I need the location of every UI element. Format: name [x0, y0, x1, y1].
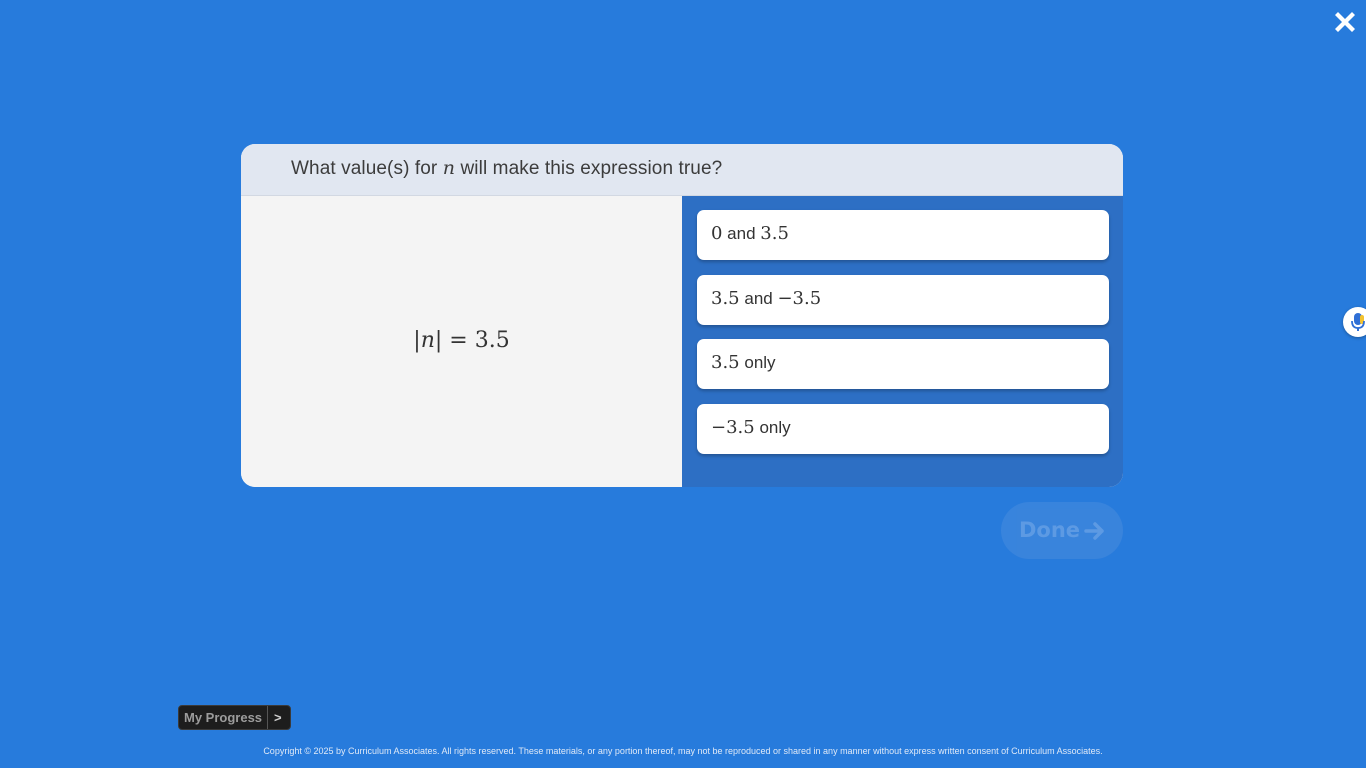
choice-suffix: only: [739, 353, 776, 372]
prompt-variable: n: [442, 157, 456, 179]
choice-connector: and: [739, 289, 778, 308]
choice-math-a: −3.5: [711, 417, 755, 438]
copyright-notice: Copyright © 2025 by Curriculum Associate…: [263, 746, 1103, 756]
answer-choice[interactable]: 0 and 3.5: [697, 210, 1109, 260]
choice-connector: and: [722, 224, 761, 243]
progress-divider: [267, 706, 268, 729]
math-expression: |n| = 3.5: [241, 327, 682, 353]
arrow-right-icon: [1084, 522, 1104, 540]
expression-value: 3.5: [474, 328, 510, 353]
answer-choice[interactable]: −3.5 only: [697, 404, 1109, 454]
done-label: Done: [1019, 518, 1081, 542]
choice-math-b: 3.5: [760, 223, 789, 244]
question-header: What value(s) for n will make this expre…: [241, 144, 1123, 196]
choice-math-a: 3.5: [711, 288, 740, 309]
choice-suffix: only: [754, 418, 791, 437]
prompt-text-before: What value(s) for: [291, 158, 438, 179]
expression-variable: n: [420, 328, 435, 353]
equals-sign: =: [442, 328, 475, 353]
choice-label: 3.5 only: [711, 352, 776, 373]
done-button[interactable]: Done: [1001, 502, 1123, 559]
question-card: What value(s) for n will make this expre…: [241, 144, 1123, 487]
choice-label: −3.5 only: [711, 417, 791, 438]
chevron-right-icon: >: [274, 710, 282, 725]
choice-label: 3.5 and −3.5: [711, 288, 821, 309]
choice-math-a: 3.5: [711, 352, 740, 373]
stimulus-panel: |n| = 3.5: [241, 196, 682, 487]
answer-choice[interactable]: 3.5 and −3.5: [697, 275, 1109, 325]
answer-choice[interactable]: 3.5 only: [697, 339, 1109, 389]
abs-open-bar: |: [413, 328, 421, 353]
close-icon[interactable]: [1331, 8, 1359, 36]
answer-choices-panel: 0 and 3.5 3.5 and −3.5 3.5 only −3.5 onl…: [682, 196, 1123, 487]
choice-math-b: −3.5: [777, 288, 822, 309]
prompt-text-after: will make this expression true?: [460, 158, 723, 179]
microphone-icon[interactable]: [1343, 307, 1366, 337]
progress-label: My Progress: [184, 710, 263, 725]
lesson-screen: What value(s) for n will make this expre…: [0, 0, 1366, 768]
choice-math-a: 0: [711, 223, 723, 244]
question-prompt: What value(s) for n will make this expre…: [291, 157, 722, 180]
my-progress-button[interactable]: My Progress >: [178, 705, 291, 730]
choice-label: 0 and 3.5: [711, 223, 789, 244]
